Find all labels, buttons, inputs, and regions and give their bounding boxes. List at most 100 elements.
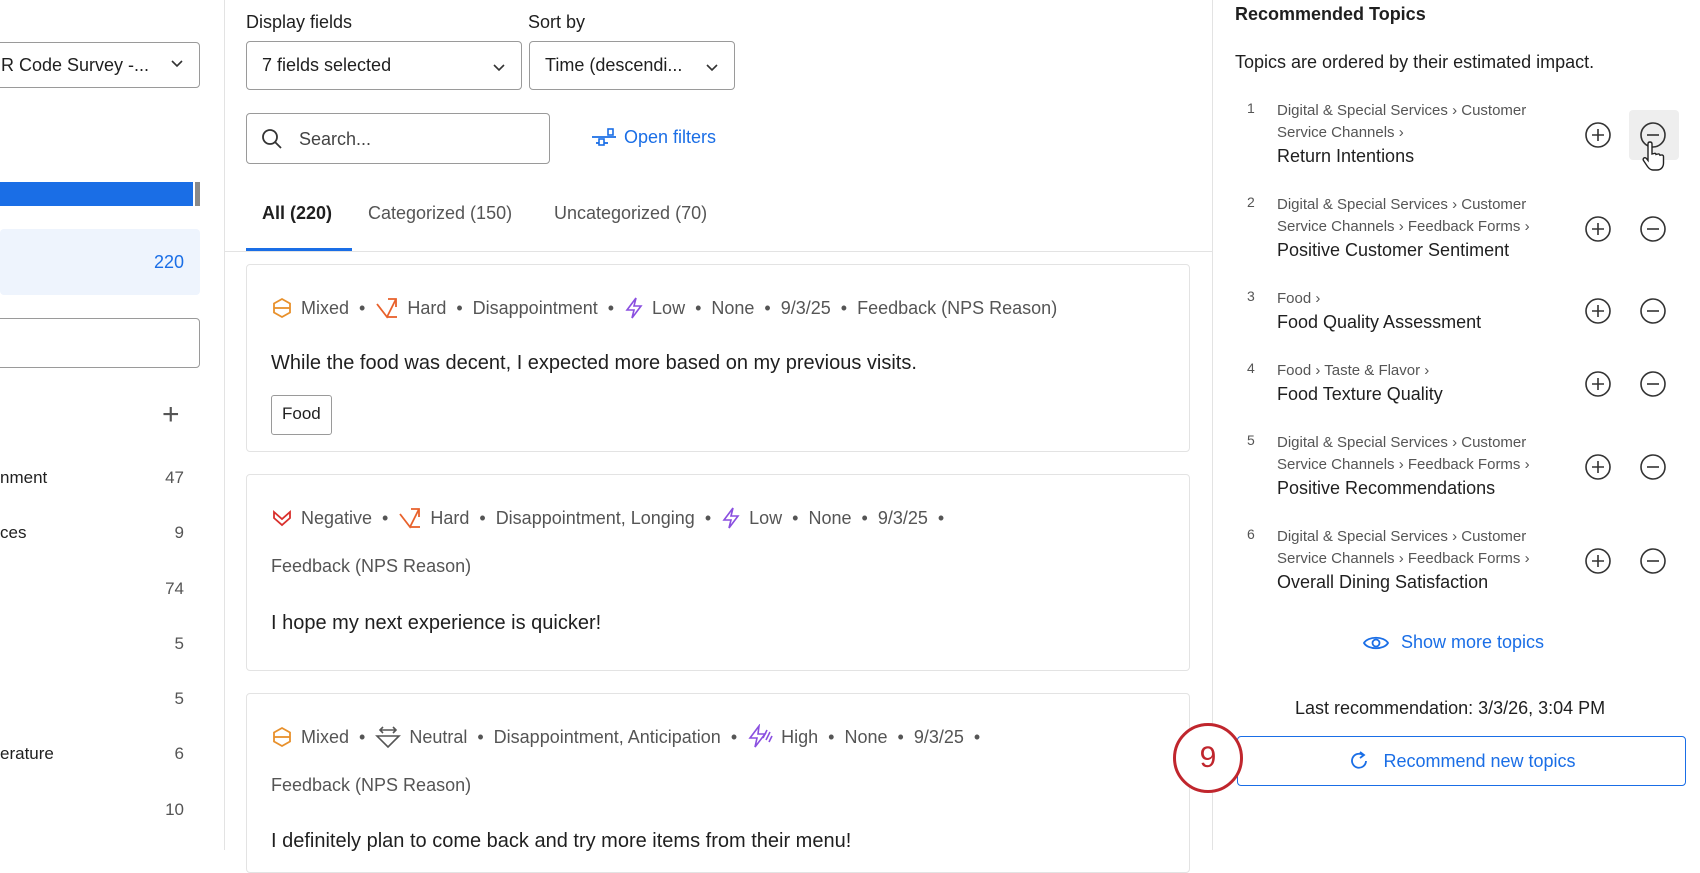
panel-title: Recommended Topics bbox=[1235, 4, 1426, 24]
mixed-sentiment-icon bbox=[273, 726, 291, 748]
reject-topic-minus-icon[interactable] bbox=[1638, 452, 1668, 482]
date-label: 9/3/25 bbox=[913, 726, 964, 747]
topic-name: Food Quality Assessment bbox=[1277, 312, 1482, 332]
intensity-label: Low bbox=[652, 297, 686, 318]
topic-name: Return Intentions bbox=[1277, 146, 1415, 166]
recommend-new-topics-button[interactable]: Recommend new topics bbox=[1237, 736, 1686, 786]
search-icon bbox=[262, 129, 282, 149]
source-label: Feedback (NPS Reason) bbox=[271, 775, 472, 795]
topic-path: Food › bbox=[1277, 288, 1567, 310]
topic-row[interactable]: 5 bbox=[0, 689, 200, 713]
show-more-topics-button[interactable]: Show more topics bbox=[1363, 632, 1544, 653]
topic-number: 6 bbox=[1247, 526, 1255, 542]
topic-path-line: Food › Taste & Flavor › bbox=[1277, 362, 1430, 379]
topic-name: Positive Customer Sentiment bbox=[1277, 240, 1510, 260]
topic-count: 74 bbox=[165, 579, 184, 598]
topic-row[interactable]: erature 6 bbox=[0, 744, 200, 768]
other-label: None bbox=[808, 507, 852, 528]
feedback-card[interactable]: Negative • Hard • Disappointment, Longin… bbox=[246, 474, 1190, 671]
chevron-down-icon bbox=[706, 64, 718, 72]
topic-row[interactable]: nment 47 bbox=[0, 468, 200, 492]
topic-path: Digital & Special Services › Customer Ser… bbox=[1277, 432, 1567, 476]
topic-path-line: Digital & Special Services › Customer bbox=[1277, 196, 1527, 213]
feedback-text: While the food was decent, I expected mo… bbox=[271, 352, 917, 374]
sort-by-select[interactable]: Time (descendi... bbox=[529, 41, 735, 90]
last-recommendation-text: Last recommendation: 3/3/26, 3:04 PM bbox=[1295, 698, 1606, 718]
feedback-text: I hope my next experience is quicker! bbox=[271, 612, 602, 634]
left-panel: R Code Survey -... 220 + nment 47 ces 9 … bbox=[0, 0, 225, 850]
accept-topic-plus-icon[interactable] bbox=[1583, 120, 1613, 150]
display-fields-select[interactable]: 7 fields selected bbox=[246, 41, 522, 90]
accept-topic-plus-icon[interactable] bbox=[1583, 546, 1613, 576]
tab-uncategorized[interactable]: Uncategorized (70) bbox=[554, 203, 707, 224]
topic-count: 5 bbox=[174, 689, 184, 708]
add-topic-icon[interactable]: + bbox=[162, 400, 180, 430]
tab-categorized[interactable]: Categorized (150) bbox=[368, 203, 512, 224]
survey-select-value: R Code Survey -... bbox=[1, 54, 150, 75]
reject-topic-minus-icon[interactable] bbox=[1638, 214, 1668, 244]
topic-path-line: Service Channels › Feedback Forms › bbox=[1277, 456, 1530, 473]
topic-name: Overall Dining Satisfaction bbox=[1277, 572, 1489, 592]
card-meta-source: Feedback (NPS Reason) bbox=[271, 556, 471, 577]
reject-topic-minus-icon[interactable] bbox=[1638, 369, 1668, 399]
open-filters-label: Open filters bbox=[624, 126, 717, 147]
topic-number: 5 bbox=[1247, 432, 1255, 448]
reject-topic-minus-icon[interactable] bbox=[1638, 546, 1668, 576]
high-intensity-icon bbox=[748, 724, 773, 748]
step-number: 9 bbox=[1199, 741, 1217, 774]
filter-icon bbox=[592, 128, 616, 146]
low-intensity-icon bbox=[625, 297, 643, 319]
topic-number: 2 bbox=[1247, 194, 1255, 210]
topic-path-line: Service Channels › bbox=[1277, 124, 1404, 141]
search-box[interactable] bbox=[246, 113, 550, 164]
topic-row[interactable]: ces 9 bbox=[0, 523, 200, 547]
hand-cursor-icon bbox=[1642, 141, 1665, 171]
low-intensity-icon bbox=[722, 507, 740, 529]
accept-topic-plus-icon[interactable] bbox=[1583, 214, 1613, 244]
hard-effort-icon bbox=[376, 298, 398, 319]
display-fields-label: Display fields bbox=[246, 12, 353, 32]
tab-all[interactable]: All (220) bbox=[262, 203, 332, 224]
tab-divider bbox=[224, 251, 1212, 252]
emotion-label: Disappointment, Longing bbox=[495, 507, 695, 528]
eye-icon bbox=[1363, 636, 1389, 649]
topic-row[interactable]: 74 bbox=[0, 579, 200, 603]
neutral-effort-icon bbox=[375, 726, 402, 749]
display-fields-value: 7 fields selected bbox=[262, 55, 392, 75]
chevron-down-icon bbox=[493, 64, 505, 72]
sentiment-label: Negative bbox=[301, 507, 373, 528]
topic-count: 47 bbox=[165, 468, 184, 487]
feedback-card[interactable]: Mixed • Neutral • Disappointment, Antici… bbox=[246, 693, 1190, 873]
survey-select[interactable]: R Code Survey -... bbox=[0, 42, 200, 88]
search-input[interactable] bbox=[297, 124, 541, 154]
accept-topic-plus-icon[interactable] bbox=[1583, 296, 1613, 326]
other-label: None bbox=[844, 726, 888, 747]
feedback-card[interactable]: Mixed • Hard • Disappointment • Low • No… bbox=[246, 264, 1190, 452]
topic-row[interactable]: 10 bbox=[0, 800, 200, 824]
topic-search-input[interactable] bbox=[0, 318, 200, 368]
card-meta: Mixed • Hard • Disappointment • Low • No… bbox=[271, 296, 1057, 320]
negative-sentiment-icon bbox=[273, 510, 291, 527]
date-label: 9/3/25 bbox=[877, 507, 928, 528]
progress-bar-marker bbox=[195, 182, 200, 206]
effort-label: Neutral bbox=[409, 726, 468, 747]
topic-path: Digital & Special Services › Customer Ser… bbox=[1277, 194, 1567, 238]
topic-row[interactable]: 5 bbox=[0, 634, 200, 658]
accept-topic-plus-icon[interactable] bbox=[1583, 452, 1613, 482]
reject-topic-minus-icon[interactable] bbox=[1638, 296, 1668, 326]
other-label: None bbox=[711, 297, 755, 318]
chevron-down-icon bbox=[171, 60, 183, 68]
card-meta-source: Feedback (NPS Reason) bbox=[271, 775, 471, 796]
topic-row-all[interactable]: 220 bbox=[0, 229, 200, 295]
topic-count: 10 bbox=[165, 800, 184, 819]
topic-count: 6 bbox=[174, 744, 184, 763]
topic-path-line: Service Channels › Feedback Forms › bbox=[1277, 218, 1530, 235]
accept-topic-plus-icon[interactable] bbox=[1583, 369, 1613, 399]
mixed-sentiment-icon bbox=[273, 297, 291, 319]
sentiment-label: Mixed bbox=[301, 297, 350, 318]
topic-count: 5 bbox=[174, 634, 184, 653]
sort-by-label: Sort by bbox=[528, 12, 586, 32]
open-filters-button[interactable]: Open filters bbox=[590, 126, 716, 148]
topic-tag[interactable]: Food bbox=[271, 395, 332, 435]
source-label: Feedback (NPS Reason) bbox=[857, 297, 1058, 318]
